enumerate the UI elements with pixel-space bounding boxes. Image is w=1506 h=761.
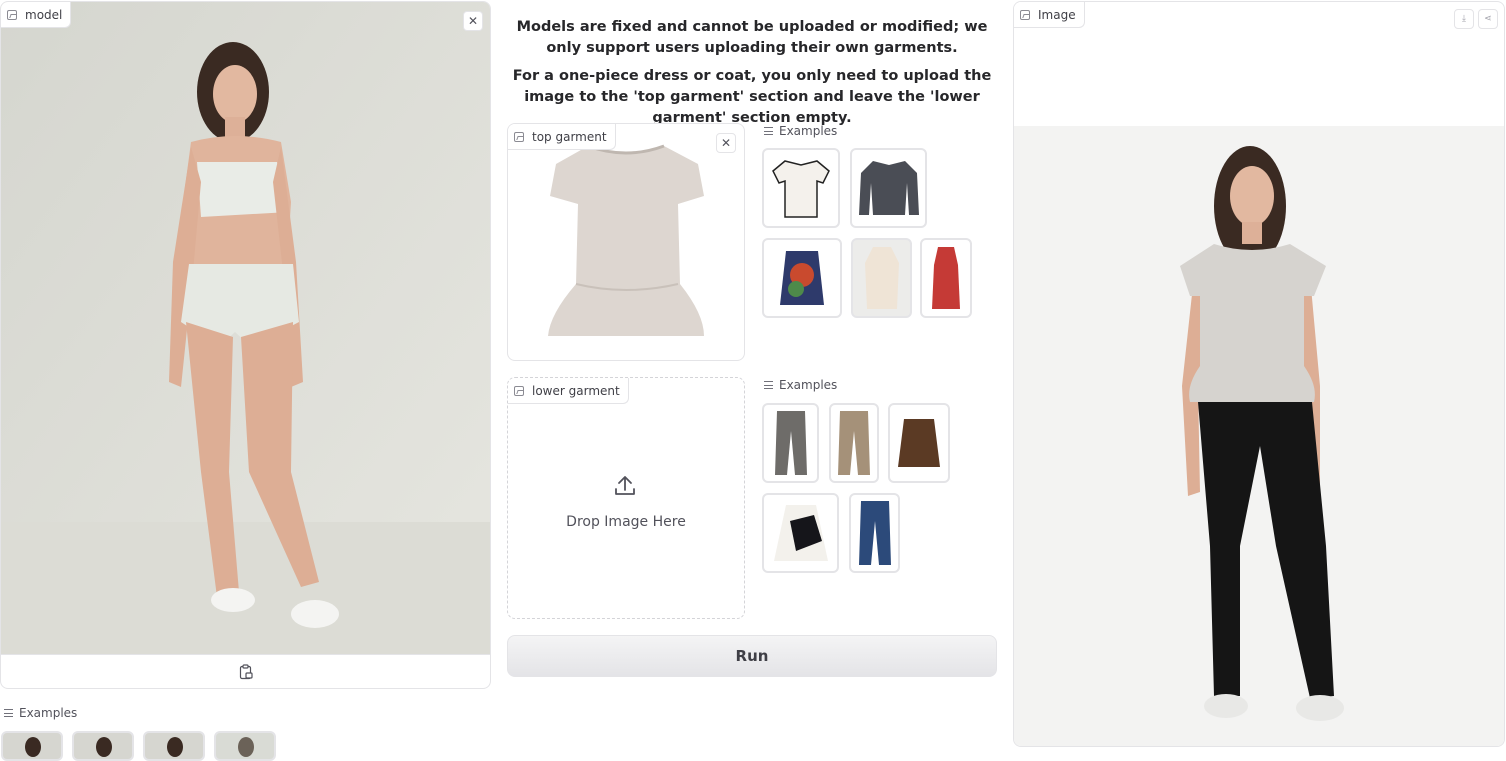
image-icon [7,9,17,20]
lower-example-thumb[interactable] [888,403,950,483]
top-examples-label: Examples [764,124,837,138]
lower-garment-label: lower garment [532,383,620,398]
output-label-tag: Image [1014,2,1085,28]
top-example-thumb[interactable] [762,148,840,228]
download-icon[interactable]: ⤓ [1454,9,1474,29]
model-examples-label: Examples [4,706,77,720]
model-example-thumb[interactable] [143,731,205,761]
list-icon [764,127,773,135]
lower-example-thumb[interactable] [762,493,839,573]
lower-example-thumb[interactable] [762,403,819,483]
image-icon [514,131,524,142]
model-example-thumb[interactable] [72,731,134,761]
model-image-panel[interactable]: model ✕ [0,1,491,689]
top-garment-label: top garment [532,129,607,144]
image-icon [514,385,524,396]
top-example-thumb[interactable] [762,238,842,318]
top-garment-label-tag: top garment [508,124,616,150]
run-button[interactable]: Run [507,635,997,677]
paste-bar [1,654,490,688]
model-photo [1,2,490,654]
lower-example-thumb[interactable] [829,403,879,483]
notice-line-2: For a one-piece dress or coat, you only … [512,68,992,126]
list-icon [764,381,773,389]
output-label: Image [1038,7,1076,22]
model-example-thumb[interactable] [214,731,276,761]
output-image-panel: Image ⤓ ⋖ [1013,1,1505,747]
top-example-thumb[interactable] [850,148,927,228]
clipboard-image-icon[interactable] [238,664,254,680]
output-photo [1014,126,1504,746]
image-icon [1020,9,1030,20]
drop-image-text: Drop Image Here [566,514,686,530]
notice-line-1: Models are fixed and cannot be uploaded … [516,19,988,56]
model-label-tag: model [1,2,72,28]
top-example-thumb[interactable] [920,238,972,318]
upload-icon [615,476,635,495]
lower-garment-label-tag: lower garment [508,378,629,404]
lower-example-thumb[interactable] [849,493,900,573]
share-icon[interactable]: ⋖ [1478,9,1498,29]
top-garment-image [548,144,704,336]
model-example-thumb[interactable] [1,731,63,761]
list-icon [4,709,13,717]
top-example-thumb[interactable] [851,238,912,318]
model-label: model [25,7,63,22]
top-garment-panel[interactable]: top garment ✕ [507,123,745,361]
lower-garment-panel[interactable]: lower garment Drop Image Here [507,377,745,619]
close-icon[interactable]: ✕ [716,133,736,153]
lower-examples-label: Examples [764,378,837,392]
close-icon[interactable]: ✕ [463,11,483,31]
